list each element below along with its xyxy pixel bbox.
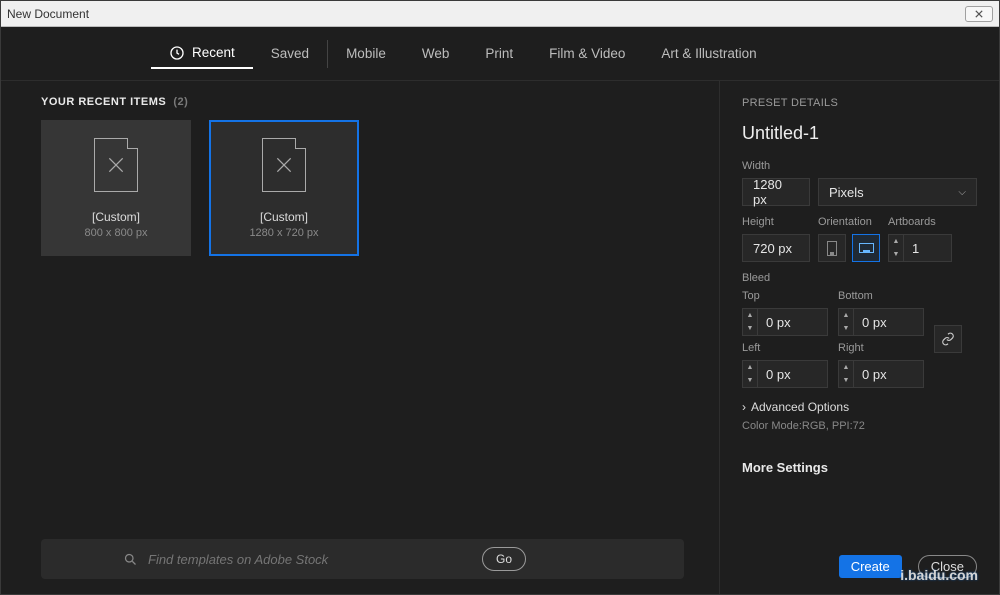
step-down-icon[interactable]: ▼ [743, 322, 757, 335]
recent-items-heading: YOUR RECENT ITEMS (2) [41, 96, 704, 108]
step-up-icon[interactable]: ▲ [743, 309, 757, 322]
tab-mobile[interactable]: Mobile [328, 40, 404, 67]
stock-search-bar: Go [41, 539, 684, 579]
bleed-top-input[interactable]: ▲▼ 0 px [742, 308, 828, 336]
pencil-ruler-icon [106, 155, 126, 175]
bleed-right-label: Right [838, 342, 924, 354]
tab-saved[interactable]: Saved [253, 40, 327, 67]
height-input[interactable]: 720 px [742, 234, 810, 262]
step-up-icon[interactable]: ▲ [839, 361, 853, 374]
artboards-stepper[interactable]: ▲▼ 1 [888, 234, 952, 262]
bleed-top-label: Top [742, 290, 828, 302]
unit-dropdown[interactable]: Pixels ⌵ [818, 178, 977, 206]
orientation-label: Orientation [818, 216, 880, 228]
tab-film-video[interactable]: Film & Video [531, 40, 643, 67]
create-button[interactable]: Create [839, 555, 902, 578]
unit-value: Pixels [829, 185, 864, 200]
window-close-button[interactable] [965, 6, 993, 22]
artboards-value: 1 [904, 241, 927, 256]
preset-card-custom-800[interactable]: [Custom] 800 x 800 px [41, 120, 191, 256]
go-button[interactable]: Go [482, 547, 526, 571]
chevron-down-icon: ⌵ [958, 187, 966, 198]
step-up-icon[interactable]: ▲ [839, 309, 853, 322]
landscape-icon [859, 243, 874, 253]
step-down-icon[interactable]: ▼ [889, 248, 903, 261]
step-down-icon[interactable]: ▼ [839, 322, 853, 335]
preset-card-custom-1280[interactable]: [Custom] 1280 x 720 px [209, 120, 359, 256]
bleed-right-input[interactable]: ▲▼ 0 px [838, 360, 924, 388]
step-down-icon[interactable]: ▼ [743, 374, 757, 387]
close-icon [975, 10, 983, 18]
category-tabs: Recent Saved Mobile Web Print Film & Vid… [1, 27, 999, 81]
orientation-landscape[interactable] [852, 234, 880, 262]
pencil-ruler-icon [274, 155, 294, 175]
bleed-label: Bleed [742, 272, 977, 284]
window-title: New Document [7, 7, 89, 21]
doc-icon [262, 138, 306, 192]
preset-details-heading: PRESET DETAILS [742, 97, 977, 109]
more-settings-button[interactable]: More Settings [742, 460, 977, 475]
bleed-right-value: 0 px [854, 367, 895, 382]
preset-card-label: [Custom] [260, 210, 308, 224]
preset-card-dim: 1280 x 720 px [249, 227, 318, 239]
bleed-left-input[interactable]: ▲▼ 0 px [742, 360, 828, 388]
search-icon [123, 552, 138, 567]
color-mode-hint: Color Mode:RGB, PPI:72 [742, 420, 977, 432]
new-document-window: New Document Recent Saved Mobile Web Pri… [0, 0, 1000, 595]
tab-print[interactable]: Print [467, 40, 531, 67]
preset-card-dim: 800 x 800 px [85, 227, 148, 239]
portrait-icon [827, 241, 837, 256]
advanced-options-toggle[interactable]: › Advanced Options [742, 400, 977, 414]
close-button[interactable]: Close [918, 555, 977, 578]
stock-search-input[interactable] [148, 552, 408, 567]
preset-card-label: [Custom] [92, 210, 140, 224]
tab-web[interactable]: Web [404, 40, 468, 67]
recent-items-count: (2) [173, 96, 188, 108]
link-icon [941, 332, 955, 346]
width-label: Width [742, 160, 977, 172]
bleed-link-button[interactable] [934, 325, 962, 353]
step-up-icon[interactable]: ▲ [743, 361, 757, 374]
artboards-label: Artboards [888, 216, 952, 228]
recent-items-label: YOUR RECENT ITEMS [41, 96, 166, 108]
window-titlebar: New Document [1, 1, 999, 27]
orientation-portrait[interactable] [818, 234, 846, 262]
step-down-icon[interactable]: ▼ [839, 374, 853, 387]
chevron-right-icon: › [742, 400, 746, 414]
bleed-bottom-input[interactable]: ▲▼ 0 px [838, 308, 924, 336]
tab-art-illustration[interactable]: Art & Illustration [643, 40, 774, 67]
document-name[interactable]: Untitled-1 [742, 123, 977, 144]
doc-icon [94, 138, 138, 192]
tab-recent-label: Recent [192, 45, 235, 60]
tab-recent[interactable]: Recent [151, 39, 253, 69]
bleed-left-label: Left [742, 342, 828, 354]
height-label: Height [742, 216, 810, 228]
bleed-left-value: 0 px [758, 367, 799, 382]
bleed-top-value: 0 px [758, 315, 799, 330]
advanced-options-label: Advanced Options [751, 400, 849, 414]
bleed-bottom-value: 0 px [854, 315, 895, 330]
bleed-bottom-label: Bottom [838, 290, 924, 302]
step-up-icon[interactable]: ▲ [889, 235, 903, 248]
width-input[interactable]: 1280 px [742, 178, 810, 206]
clock-icon [169, 45, 185, 61]
